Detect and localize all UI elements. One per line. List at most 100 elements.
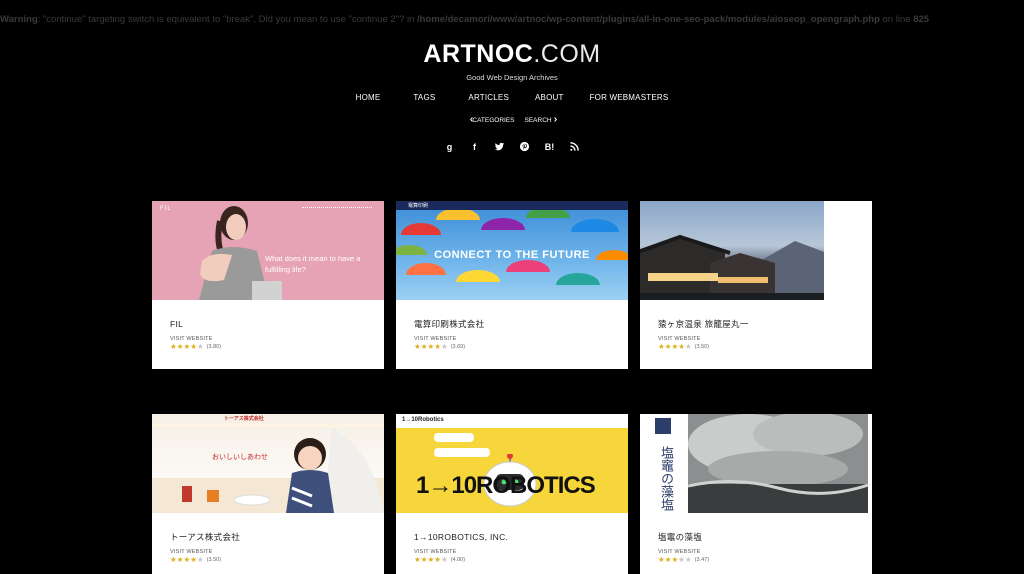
rating-score: (3.69)	[450, 344, 466, 350]
hatena-bookmark-icon[interactable]: B!	[543, 140, 556, 153]
star-filled-icon: ★	[190, 342, 197, 351]
nav-about[interactable]: ABOUT	[522, 93, 577, 102]
nav-home[interactable]: HOME	[343, 93, 394, 102]
site-thumbnail[interactable]: 1→10Robotics 1→10ROBOTICS	[396, 414, 628, 513]
thumb-nav	[302, 207, 372, 210]
star-filled-icon: ★	[434, 342, 441, 351]
thumb-bubble	[434, 433, 474, 442]
rating-score: (3.50)	[206, 557, 222, 563]
star-filled-icon: ★	[170, 555, 177, 564]
star-filled-icon: ★	[427, 342, 435, 351]
star-filled-icon: ★	[658, 342, 665, 351]
star-filled-icon: ★	[190, 555, 197, 564]
site-thumbnail[interactable]: 電算印刷 CONNECT TO THE FUTURE	[396, 201, 628, 300]
star-empty-icon: ★	[440, 342, 448, 351]
tagline: Good Web Design Archives	[466, 73, 558, 82]
site-logo[interactable]: ARTNOC.COM	[0, 40, 1024, 68]
thumb-logo: トーアス株式会社	[224, 416, 264, 422]
site-card[interactable]: 電算印刷 CONNECT TO THE FUTURE 電算印刷株式会社 VISI…	[396, 201, 628, 369]
star-filled-icon: ★	[658, 555, 665, 564]
star-rating: ★ ★ ★ ★ ★ (3.50)	[170, 556, 384, 564]
thumb-side-panel	[824, 201, 872, 300]
chevron-left-icon: ‹‹	[469, 114, 473, 125]
card-title[interactable]: 電算印刷株式会社	[414, 318, 628, 330]
nav-tags[interactable]: TAGS	[393, 93, 455, 102]
thumb-logo: FIL	[160, 206, 172, 212]
php-warning: Warning: "continue" targeting switch is …	[0, 14, 1024, 25]
site-thumbnail[interactable]: FIL What does it mean to have a fulfilli…	[152, 201, 384, 300]
star-rating: ★ ★ ★ ★ ★ (4.00)	[414, 556, 628, 564]
warning-line: 825	[913, 14, 930, 25]
thumb-logo: 電算印刷	[408, 203, 429, 209]
facebook-icon[interactable]: f	[468, 140, 481, 153]
thumb-headline: 塩竈の藻塩	[659, 446, 674, 511]
star-empty-icon: ★	[196, 342, 204, 351]
rss-icon[interactable]	[568, 140, 581, 153]
site-card[interactable]: 猿ヶ京温泉 旅籠屋丸一 VISIT WEBSITE ★ ★ ★ ★ ★ (3.50)	[640, 201, 872, 369]
warning-message: : "continue" targeting switch is equival…	[37, 14, 417, 25]
star-filled-icon: ★	[183, 555, 191, 564]
thumb-header-bar	[396, 201, 628, 210]
star-filled-icon: ★	[671, 555, 679, 564]
categories-label: CATEGORIES	[472, 116, 515, 124]
search-toggle[interactable]: SEARCH ››	[524, 115, 557, 125]
site-card[interactable]: FIL What does it mean to have a fulfilli…	[152, 201, 384, 369]
thumb-headline: 1→10ROBOTICS	[416, 472, 596, 499]
star-filled-icon: ★	[176, 342, 184, 351]
google-plus-icon[interactable]: g	[443, 140, 456, 153]
star-filled-icon: ★	[664, 342, 672, 351]
rating-score: (3.50)	[694, 344, 710, 350]
star-filled-icon: ★	[434, 555, 441, 564]
star-empty-icon: ★	[684, 342, 692, 351]
warning-path: /home/decamori/www/artnoc/wp-content/plu…	[417, 14, 880, 25]
thumb-headline: What does it mean to have a fulfilling l…	[265, 254, 361, 274]
thumb-model-figure	[199, 206, 282, 300]
social-links: g f B!	[0, 140, 1024, 153]
nav-articles[interactable]: ARTICLES	[455, 93, 522, 102]
card-title[interactable]: 塩竈の藻塩	[658, 531, 872, 543]
site-thumbnail[interactable]	[640, 201, 872, 300]
site-thumbnail[interactable]: 塩竈の藻塩	[640, 414, 872, 513]
site-card[interactable]: 塩竈の藻塩 塩竈の藻塩 VISIT WEBSITE ★ ★ ★ ★ ★ (3.47)	[640, 414, 872, 574]
star-empty-icon: ★	[196, 555, 204, 564]
card-title[interactable]: 1→10ROBOTICS, INC.	[414, 531, 628, 543]
star-filled-icon: ★	[678, 342, 685, 351]
star-rating: ★ ★ ★ ★ ★ (3.80)	[170, 343, 384, 351]
thumb-girl-eating	[152, 428, 384, 513]
star-filled-icon: ★	[420, 342, 428, 351]
thumb-logo-mark	[655, 418, 671, 434]
site-thumbnail[interactable]: トーアス株式会社 おいしいしあわせ	[152, 414, 384, 513]
twitter-icon[interactable]	[493, 140, 506, 153]
logo-text-light: .COM	[533, 40, 601, 68]
card-title[interactable]: トーアス株式会社	[170, 531, 384, 543]
warning-prefix: Warning	[0, 14, 38, 25]
card-title[interactable]: 猿ヶ京温泉 旅籠屋丸一	[658, 318, 872, 330]
thumb-headline: おいしいしあわせ	[212, 454, 268, 461]
star-empty-icon: ★	[440, 555, 448, 564]
star-rating: ★ ★ ★ ★ ★ (3.69)	[414, 343, 628, 351]
logo-text-bold: ARTNOC	[423, 40, 534, 68]
star-empty-icon: ★	[678, 555, 685, 564]
rating-score: (3.47)	[694, 557, 710, 563]
star-empty-icon: ★	[684, 555, 692, 564]
nav-for-webmasters[interactable]: FOR WEBMASTERS	[577, 93, 682, 102]
sub-nav: ‹‹ CATEGORIES SEARCH ››	[0, 114, 1024, 125]
rating-score: (4.00)	[450, 557, 466, 563]
star-filled-icon: ★	[671, 342, 679, 351]
star-filled-icon: ★	[170, 342, 177, 351]
search-label: SEARCH	[524, 116, 552, 124]
star-rating: ★ ★ ★ ★ ★ (3.50)	[658, 343, 872, 351]
site-card[interactable]: トーアス株式会社 おいしいしあわせ トーアス株式会社 VISIT WEBSITE…	[152, 414, 384, 574]
categories-toggle[interactable]: ‹‹ CATEGORIES	[469, 114, 515, 125]
pinterest-icon[interactable]	[518, 140, 531, 153]
star-filled-icon: ★	[176, 555, 184, 564]
thumb-steam-water	[688, 414, 868, 513]
warning-line-text: on line	[879, 14, 914, 25]
star-rating: ★ ★ ★ ★ ★ (3.47)	[658, 556, 872, 564]
star-filled-icon: ★	[420, 555, 428, 564]
star-filled-icon: ★	[414, 342, 421, 351]
star-filled-icon: ★	[414, 555, 421, 564]
site-card[interactable]: 1→10Robotics 1→10ROBOTICS 1→10ROBOTICS, …	[396, 414, 628, 574]
card-title[interactable]: FIL	[170, 318, 384, 330]
star-filled-icon: ★	[427, 555, 435, 564]
